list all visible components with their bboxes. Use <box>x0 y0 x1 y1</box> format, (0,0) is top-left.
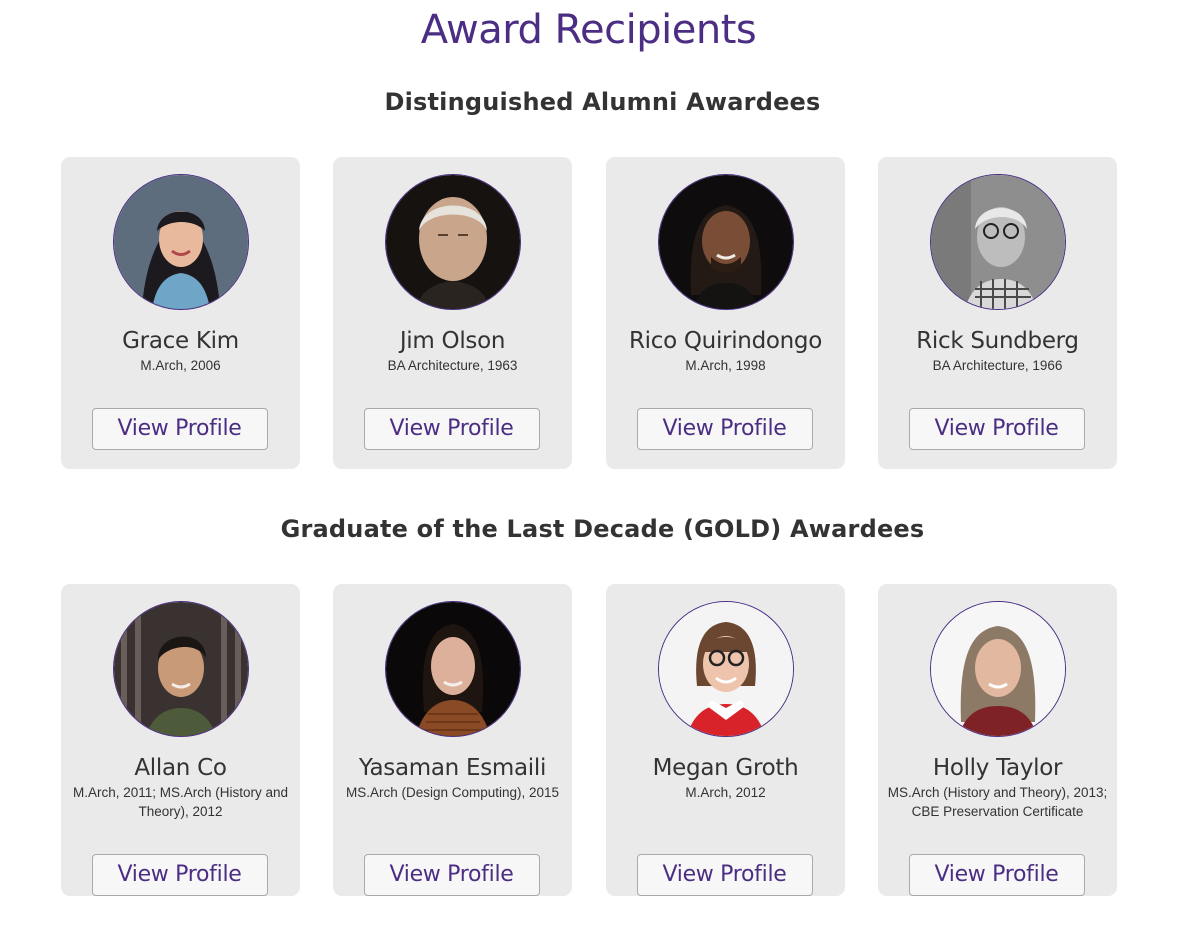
awardee-card: Megan Groth M.Arch, 2012 View Profile <box>606 584 845 896</box>
view-profile-button[interactable]: View Profile <box>91 408 268 450</box>
awardee-card: Holly Taylor MS.Arch (History and Theory… <box>878 584 1117 896</box>
awardee-name: Holly Taylor <box>932 755 1063 781</box>
awardee-name: Rick Sundberg <box>916 328 1079 354</box>
awardee-card: Rico Quirindongo M.Arch, 1998 View Profi… <box>606 157 845 469</box>
awardee-card: Grace Kim M.Arch, 2006 View Profile <box>61 157 300 469</box>
awardee-degree: M.Arch, 2012 <box>685 785 766 800</box>
awardee-name: Grace Kim <box>122 328 239 354</box>
section-heading-gold-awardees: Graduate of the Last Decade (GOLD) Award… <box>280 515 925 543</box>
view-profile-button[interactable]: View Profile <box>91 854 268 896</box>
avatar <box>929 174 1066 310</box>
awardee-degree: M.Arch, 2011; MS.Arch (History and Theor… <box>72 785 289 819</box>
avatar <box>657 174 794 310</box>
awardee-degree: MS.Arch (Design Computing), 2015 <box>345 785 560 800</box>
awardee-degree: M.Arch, 1998 <box>685 358 766 373</box>
awardee-degree: M.Arch, 2006 <box>140 358 221 373</box>
avatar <box>384 601 521 737</box>
view-profile-button[interactable]: View Profile <box>363 854 540 896</box>
awardee-name: Rico Quirindongo <box>628 328 822 354</box>
page-title: Award Recipients <box>420 7 757 53</box>
awardee-name: Jim Olson <box>399 328 506 354</box>
avatar <box>384 174 521 310</box>
awardee-card: Rick Sundberg BA Architecture, 1966 View… <box>878 157 1117 469</box>
awardee-degree: BA Architecture, 1963 <box>387 358 518 373</box>
awardee-card: Yasaman Esmaili MS.Arch (Design Computin… <box>333 584 572 896</box>
awardee-degree: BA Architecture, 1966 <box>932 358 1063 373</box>
avatar <box>657 601 794 737</box>
awardee-name: Allan Co <box>134 755 227 781</box>
view-profile-button[interactable]: View Profile <box>908 408 1085 450</box>
avatar <box>112 601 249 737</box>
awardee-name: Megan Groth <box>652 755 799 781</box>
view-profile-button[interactable]: View Profile <box>363 408 540 450</box>
view-profile-button[interactable]: View Profile <box>636 408 813 450</box>
section-heading-distinguished-alumni: Distinguished Alumni Awardees <box>384 88 821 116</box>
awardee-row-distinguished-alumni: Grace Kim M.Arch, 2006 View Profile Jim … <box>0 157 1200 469</box>
avatar <box>112 174 249 310</box>
avatar <box>929 601 1066 737</box>
awardee-card: Jim Olson BA Architecture, 1963 View Pro… <box>333 157 572 469</box>
awardee-name: Yasaman Esmaili <box>358 755 547 781</box>
view-profile-button[interactable]: View Profile <box>636 854 813 896</box>
awardee-degree: MS.Arch (History and Theory), 2013; CBE … <box>887 785 1108 819</box>
view-profile-button[interactable]: View Profile <box>908 854 1085 896</box>
awardee-row-gold: Allan Co M.Arch, 2011; MS.Arch (History … <box>0 584 1200 896</box>
awardee-card: Allan Co M.Arch, 2011; MS.Arch (History … <box>61 584 300 896</box>
